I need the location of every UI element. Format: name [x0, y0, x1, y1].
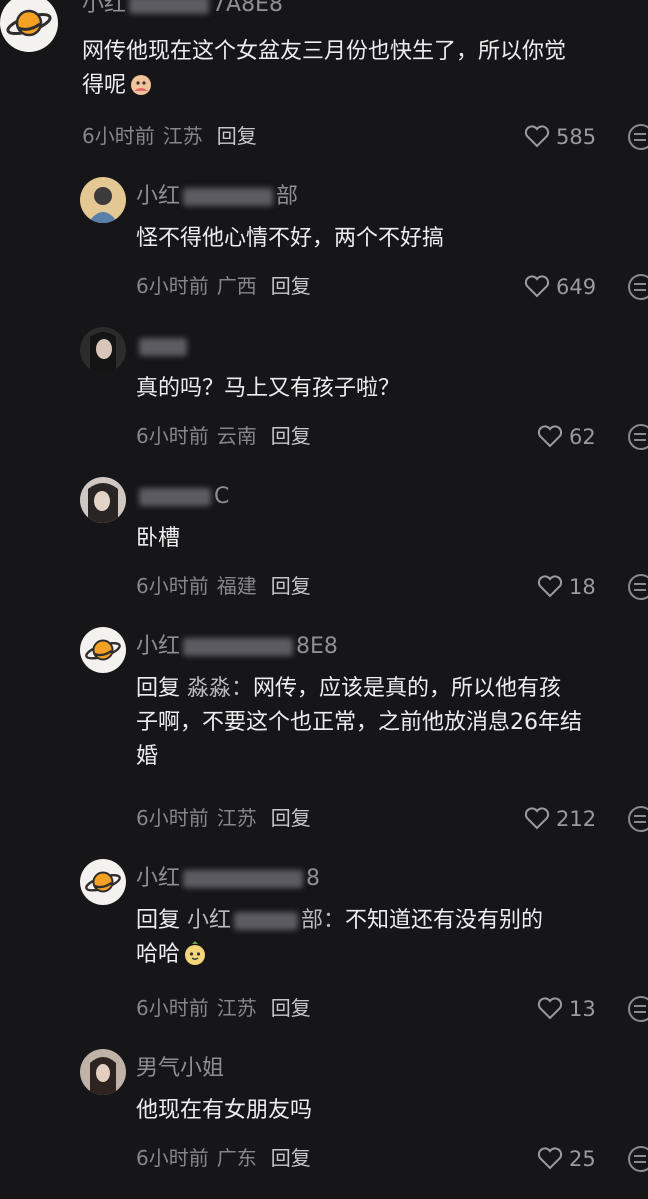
more-options-icon[interactable] — [628, 424, 648, 450]
avatar[interactable] — [80, 477, 126, 523]
emoji-icon — [185, 941, 206, 965]
reply-button[interactable]: 回复 — [217, 124, 257, 148]
reply-target[interactable]: 小红 部： — [187, 908, 345, 933]
like-button[interactable]: 25 — [537, 1146, 596, 1171]
comment-time: 6小时前 — [82, 124, 155, 148]
redacted-mark — [183, 870, 304, 888]
comment-time: 6小时前 — [136, 274, 209, 298]
comment-location: 广西 — [216, 274, 257, 298]
more-options-icon[interactable] — [628, 996, 648, 1022]
comment-username[interactable]: 小红部 — [136, 184, 298, 210]
redacted-mark — [183, 188, 274, 206]
comment-meta: 6小时前 福建 回复 — [136, 574, 311, 598]
more-options-icon[interactable] — [628, 124, 648, 150]
reply-target[interactable]: 淼淼： — [187, 676, 253, 701]
comment-text: 回复 淼淼：网传，应该是真的，所以他有孩 子啊，不要这个也正常，之前他放消息26… — [136, 676, 582, 769]
like-count: 13 — [569, 997, 596, 1021]
comment-username[interactable]: 小红 7A8E8 — [82, 0, 283, 18]
reply-button[interactable]: 回复 — [271, 274, 311, 298]
comment-text: 他现在有女朋友吗 — [136, 1098, 313, 1123]
comment-username[interactable]: 小红 8 — [136, 866, 320, 892]
redacted-mark — [234, 912, 299, 930]
like-button[interactable]: 649 — [524, 274, 596, 299]
comment-time: 6小时前 — [136, 1146, 209, 1170]
like-button[interactable]: 13 — [537, 996, 596, 1021]
like-button[interactable]: 585 — [524, 124, 596, 149]
user-avatar-icon — [90, 332, 116, 373]
avatar[interactable] — [80, 177, 126, 223]
reply-prefix: 回复 — [136, 676, 181, 701]
avatar[interactable] — [80, 627, 126, 673]
like-count: 649 — [556, 275, 597, 299]
comment-username[interactable] — [136, 334, 190, 360]
heart-icon — [537, 997, 563, 1020]
comment-username[interactable]: 小红 8E8 — [136, 634, 338, 660]
comment-location: 江苏 — [162, 124, 203, 148]
redacted-mark — [183, 638, 294, 656]
reply-button[interactable]: 回复 — [271, 996, 311, 1020]
heart-icon — [537, 575, 563, 598]
more-options-icon[interactable] — [628, 806, 648, 832]
avatar[interactable] — [80, 327, 126, 373]
comment-meta: 6小时前 江苏 回复 — [82, 124, 257, 148]
user-avatar-icon — [90, 1057, 116, 1095]
user-avatar-icon — [88, 483, 118, 523]
redacted-mark — [139, 488, 211, 506]
comment-username[interactable]: C — [136, 484, 229, 510]
comment-username[interactable]: 男气小姐 — [136, 1056, 224, 1082]
redacted-mark — [139, 338, 187, 356]
planet-icon — [85, 639, 121, 661]
comment-text: 真的吗？马上又有孩子啦？ — [136, 376, 401, 401]
avatar[interactable] — [0, 0, 58, 52]
planet-icon — [85, 871, 121, 893]
comment-text: 网传他现在这个女盆友三月份也快生了，所以你觉 得呢 — [82, 39, 567, 98]
like-count: 585 — [556, 125, 597, 149]
heart-icon — [524, 807, 550, 830]
emoji-icon — [131, 75, 152, 95]
comment-location: 福建 — [216, 574, 257, 598]
planet-icon — [6, 9, 52, 37]
reply-prefix: 回复 — [136, 908, 181, 933]
like-count: 212 — [556, 807, 597, 831]
comment-location: 广东 — [216, 1146, 257, 1170]
heart-icon — [537, 425, 563, 448]
comment-meta: 6小时前 广东 回复 — [136, 1146, 311, 1170]
more-options-icon[interactable] — [628, 574, 648, 600]
more-options-icon[interactable] — [628, 274, 648, 300]
heart-icon — [537, 1147, 563, 1170]
reply-button[interactable]: 回复 — [271, 574, 311, 598]
more-options-icon[interactable] — [628, 1146, 648, 1172]
comment-text: 卧槽 — [136, 526, 181, 551]
like-count: 18 — [569, 575, 596, 599]
comment-time: 6小时前 — [136, 424, 209, 448]
comment-text: 怪不得他心情不好，两个不好搞 — [136, 226, 445, 251]
redacted-mark — [129, 0, 210, 14]
comment-meta: 6小时前 江苏 回复 — [136, 806, 311, 830]
like-count: 62 — [569, 425, 596, 449]
comment-time: 6小时前 — [136, 574, 209, 598]
like-button[interactable]: 18 — [537, 574, 596, 599]
comment-meta: 6小时前 云南 回复 — [136, 424, 311, 448]
comment-meta: 6小时前 江苏 回复 — [136, 996, 311, 1020]
like-button[interactable]: 62 — [537, 424, 596, 449]
heart-icon — [524, 275, 550, 298]
comment-meta: 6小时前 广西 回复 — [136, 274, 311, 298]
comment-location: 云南 — [216, 424, 257, 448]
comment-location: 江苏 — [216, 996, 257, 1020]
avatar[interactable] — [80, 859, 126, 905]
user-avatar-icon — [88, 187, 118, 223]
comment-text: 回复 小红 部：不知道还有没有别的 哈哈 — [136, 908, 544, 967]
reply-button[interactable]: 回复 — [271, 806, 311, 830]
comment-time: 6小时前 — [136, 806, 209, 830]
like-button[interactable]: 212 — [524, 806, 596, 831]
heart-icon — [524, 125, 550, 148]
comment-time: 6小时前 — [136, 996, 209, 1020]
reply-button[interactable]: 回复 — [271, 424, 311, 448]
reply-button[interactable]: 回复 — [271, 1146, 311, 1170]
comment-location: 江苏 — [216, 806, 257, 830]
avatar[interactable] — [80, 1049, 126, 1095]
like-count: 25 — [569, 1147, 596, 1171]
